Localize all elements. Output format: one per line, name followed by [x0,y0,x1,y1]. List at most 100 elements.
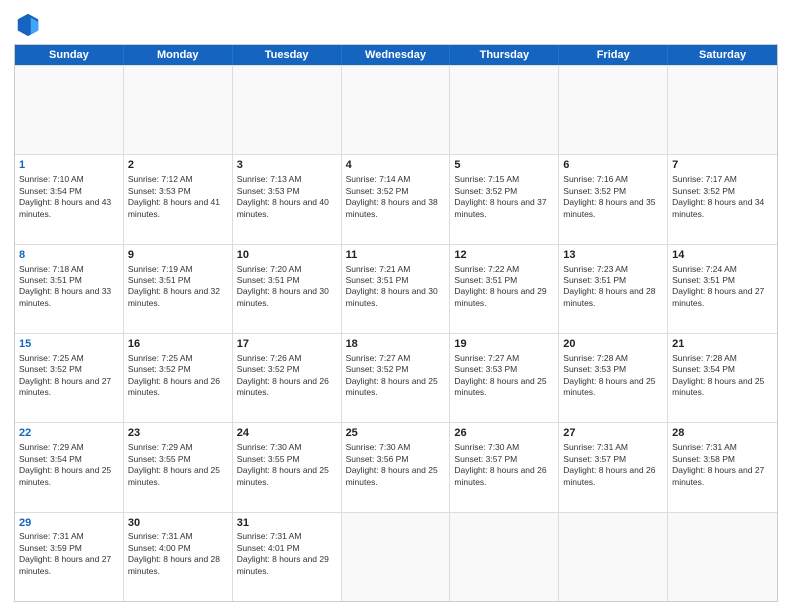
day-number: 6 [563,158,663,173]
day-number: 14 [672,248,773,263]
day-number: 4 [346,158,446,173]
day-number: 1 [19,158,119,173]
day-cell-22: 22Sunrise: 7:29 AMSunset: 3:54 PMDayligh… [15,423,124,511]
day-info: Sunrise: 7:25 AMSunset: 3:52 PMDaylight:… [128,353,220,397]
day-number: 9 [128,248,228,263]
logo [14,10,46,38]
day-number: 17 [237,337,337,352]
day-info: Sunrise: 7:31 AMSunset: 3:59 PMDaylight:… [19,531,111,575]
day-number: 29 [19,516,119,531]
day-info: Sunrise: 7:31 AMSunset: 3:57 PMDaylight:… [563,442,655,486]
day-number: 30 [128,516,228,531]
day-cell-29: 29Sunrise: 7:31 AMSunset: 3:59 PMDayligh… [15,513,124,601]
day-number: 10 [237,248,337,263]
day-number: 26 [454,426,554,441]
day-cell-31: 31Sunrise: 7:31 AMSunset: 4:01 PMDayligh… [233,513,342,601]
calendar-row-4: 22Sunrise: 7:29 AMSunset: 3:54 PMDayligh… [15,422,777,511]
day-info: Sunrise: 7:10 AMSunset: 3:54 PMDaylight:… [19,174,111,218]
day-number: 18 [346,337,446,352]
calendar-row-1: 1Sunrise: 7:10 AMSunset: 3:54 PMDaylight… [15,154,777,243]
day-number: 12 [454,248,554,263]
weekday-header-tuesday: Tuesday [233,45,342,65]
day-cell-19: 19Sunrise: 7:27 AMSunset: 3:53 PMDayligh… [450,334,559,422]
empty-cell [233,66,342,154]
weekday-header-friday: Friday [559,45,668,65]
day-cell-27: 27Sunrise: 7:31 AMSunset: 3:57 PMDayligh… [559,423,668,511]
logo-icon [14,10,42,38]
day-info: Sunrise: 7:13 AMSunset: 3:53 PMDaylight:… [237,174,329,218]
day-info: Sunrise: 7:22 AMSunset: 3:51 PMDaylight:… [454,264,546,308]
day-cell-13: 13Sunrise: 7:23 AMSunset: 3:51 PMDayligh… [559,245,668,333]
day-cell-3: 3Sunrise: 7:13 AMSunset: 3:53 PMDaylight… [233,155,342,243]
day-number: 31 [237,516,337,531]
weekday-header-wednesday: Wednesday [342,45,451,65]
day-number: 8 [19,248,119,263]
day-info: Sunrise: 7:25 AMSunset: 3:52 PMDaylight:… [19,353,111,397]
day-cell-16: 16Sunrise: 7:25 AMSunset: 3:52 PMDayligh… [124,334,233,422]
day-info: Sunrise: 7:30 AMSunset: 3:56 PMDaylight:… [346,442,438,486]
day-number: 20 [563,337,663,352]
day-cell-30: 30Sunrise: 7:31 AMSunset: 4:00 PMDayligh… [124,513,233,601]
day-number: 27 [563,426,663,441]
day-cell-12: 12Sunrise: 7:22 AMSunset: 3:51 PMDayligh… [450,245,559,333]
day-info: Sunrise: 7:29 AMSunset: 3:55 PMDaylight:… [128,442,220,486]
calendar-row-0 [15,65,777,154]
day-info: Sunrise: 7:26 AMSunset: 3:52 PMDaylight:… [237,353,329,397]
empty-cell [124,66,233,154]
weekday-header-thursday: Thursday [450,45,559,65]
day-info: Sunrise: 7:29 AMSunset: 3:54 PMDaylight:… [19,442,111,486]
header [14,10,778,38]
day-number: 5 [454,158,554,173]
day-cell-17: 17Sunrise: 7:26 AMSunset: 3:52 PMDayligh… [233,334,342,422]
empty-cell [450,513,559,601]
page: SundayMondayTuesdayWednesdayThursdayFrid… [0,0,792,612]
day-info: Sunrise: 7:27 AMSunset: 3:52 PMDaylight:… [346,353,438,397]
day-cell-5: 5Sunrise: 7:15 AMSunset: 3:52 PMDaylight… [450,155,559,243]
day-info: Sunrise: 7:24 AMSunset: 3:51 PMDaylight:… [672,264,764,308]
day-info: Sunrise: 7:28 AMSunset: 3:53 PMDaylight:… [563,353,655,397]
day-number: 19 [454,337,554,352]
empty-cell [15,66,124,154]
weekday-header-sunday: Sunday [15,45,124,65]
calendar-row-3: 15Sunrise: 7:25 AMSunset: 3:52 PMDayligh… [15,333,777,422]
day-cell-6: 6Sunrise: 7:16 AMSunset: 3:52 PMDaylight… [559,155,668,243]
day-cell-28: 28Sunrise: 7:31 AMSunset: 3:58 PMDayligh… [668,423,777,511]
empty-cell [342,513,451,601]
day-info: Sunrise: 7:31 AMSunset: 4:01 PMDaylight:… [237,531,329,575]
day-cell-15: 15Sunrise: 7:25 AMSunset: 3:52 PMDayligh… [15,334,124,422]
day-info: Sunrise: 7:30 AMSunset: 3:55 PMDaylight:… [237,442,329,486]
day-cell-24: 24Sunrise: 7:30 AMSunset: 3:55 PMDayligh… [233,423,342,511]
day-info: Sunrise: 7:28 AMSunset: 3:54 PMDaylight:… [672,353,764,397]
empty-cell [450,66,559,154]
day-number: 11 [346,248,446,263]
day-cell-20: 20Sunrise: 7:28 AMSunset: 3:53 PMDayligh… [559,334,668,422]
calendar-row-5: 29Sunrise: 7:31 AMSunset: 3:59 PMDayligh… [15,512,777,601]
empty-cell [559,513,668,601]
empty-cell [559,66,668,154]
day-number: 2 [128,158,228,173]
day-cell-8: 8Sunrise: 7:18 AMSunset: 3:51 PMDaylight… [15,245,124,333]
day-info: Sunrise: 7:23 AMSunset: 3:51 PMDaylight:… [563,264,655,308]
day-number: 3 [237,158,337,173]
day-cell-14: 14Sunrise: 7:24 AMSunset: 3:51 PMDayligh… [668,245,777,333]
day-info: Sunrise: 7:12 AMSunset: 3:53 PMDaylight:… [128,174,220,218]
day-cell-18: 18Sunrise: 7:27 AMSunset: 3:52 PMDayligh… [342,334,451,422]
weekday-header-saturday: Saturday [668,45,777,65]
day-number: 21 [672,337,773,352]
day-info: Sunrise: 7:21 AMSunset: 3:51 PMDaylight:… [346,264,438,308]
day-info: Sunrise: 7:17 AMSunset: 3:52 PMDaylight:… [672,174,764,218]
calendar-body: 1Sunrise: 7:10 AMSunset: 3:54 PMDaylight… [15,65,777,601]
day-number: 13 [563,248,663,263]
calendar-row-2: 8Sunrise: 7:18 AMSunset: 3:51 PMDaylight… [15,244,777,333]
day-number: 7 [672,158,773,173]
day-cell-25: 25Sunrise: 7:30 AMSunset: 3:56 PMDayligh… [342,423,451,511]
day-info: Sunrise: 7:15 AMSunset: 3:52 PMDaylight:… [454,174,546,218]
day-info: Sunrise: 7:16 AMSunset: 3:52 PMDaylight:… [563,174,655,218]
day-info: Sunrise: 7:30 AMSunset: 3:57 PMDaylight:… [454,442,546,486]
day-cell-11: 11Sunrise: 7:21 AMSunset: 3:51 PMDayligh… [342,245,451,333]
day-number: 25 [346,426,446,441]
day-number: 22 [19,426,119,441]
day-cell-23: 23Sunrise: 7:29 AMSunset: 3:55 PMDayligh… [124,423,233,511]
day-number: 23 [128,426,228,441]
day-cell-4: 4Sunrise: 7:14 AMSunset: 3:52 PMDaylight… [342,155,451,243]
